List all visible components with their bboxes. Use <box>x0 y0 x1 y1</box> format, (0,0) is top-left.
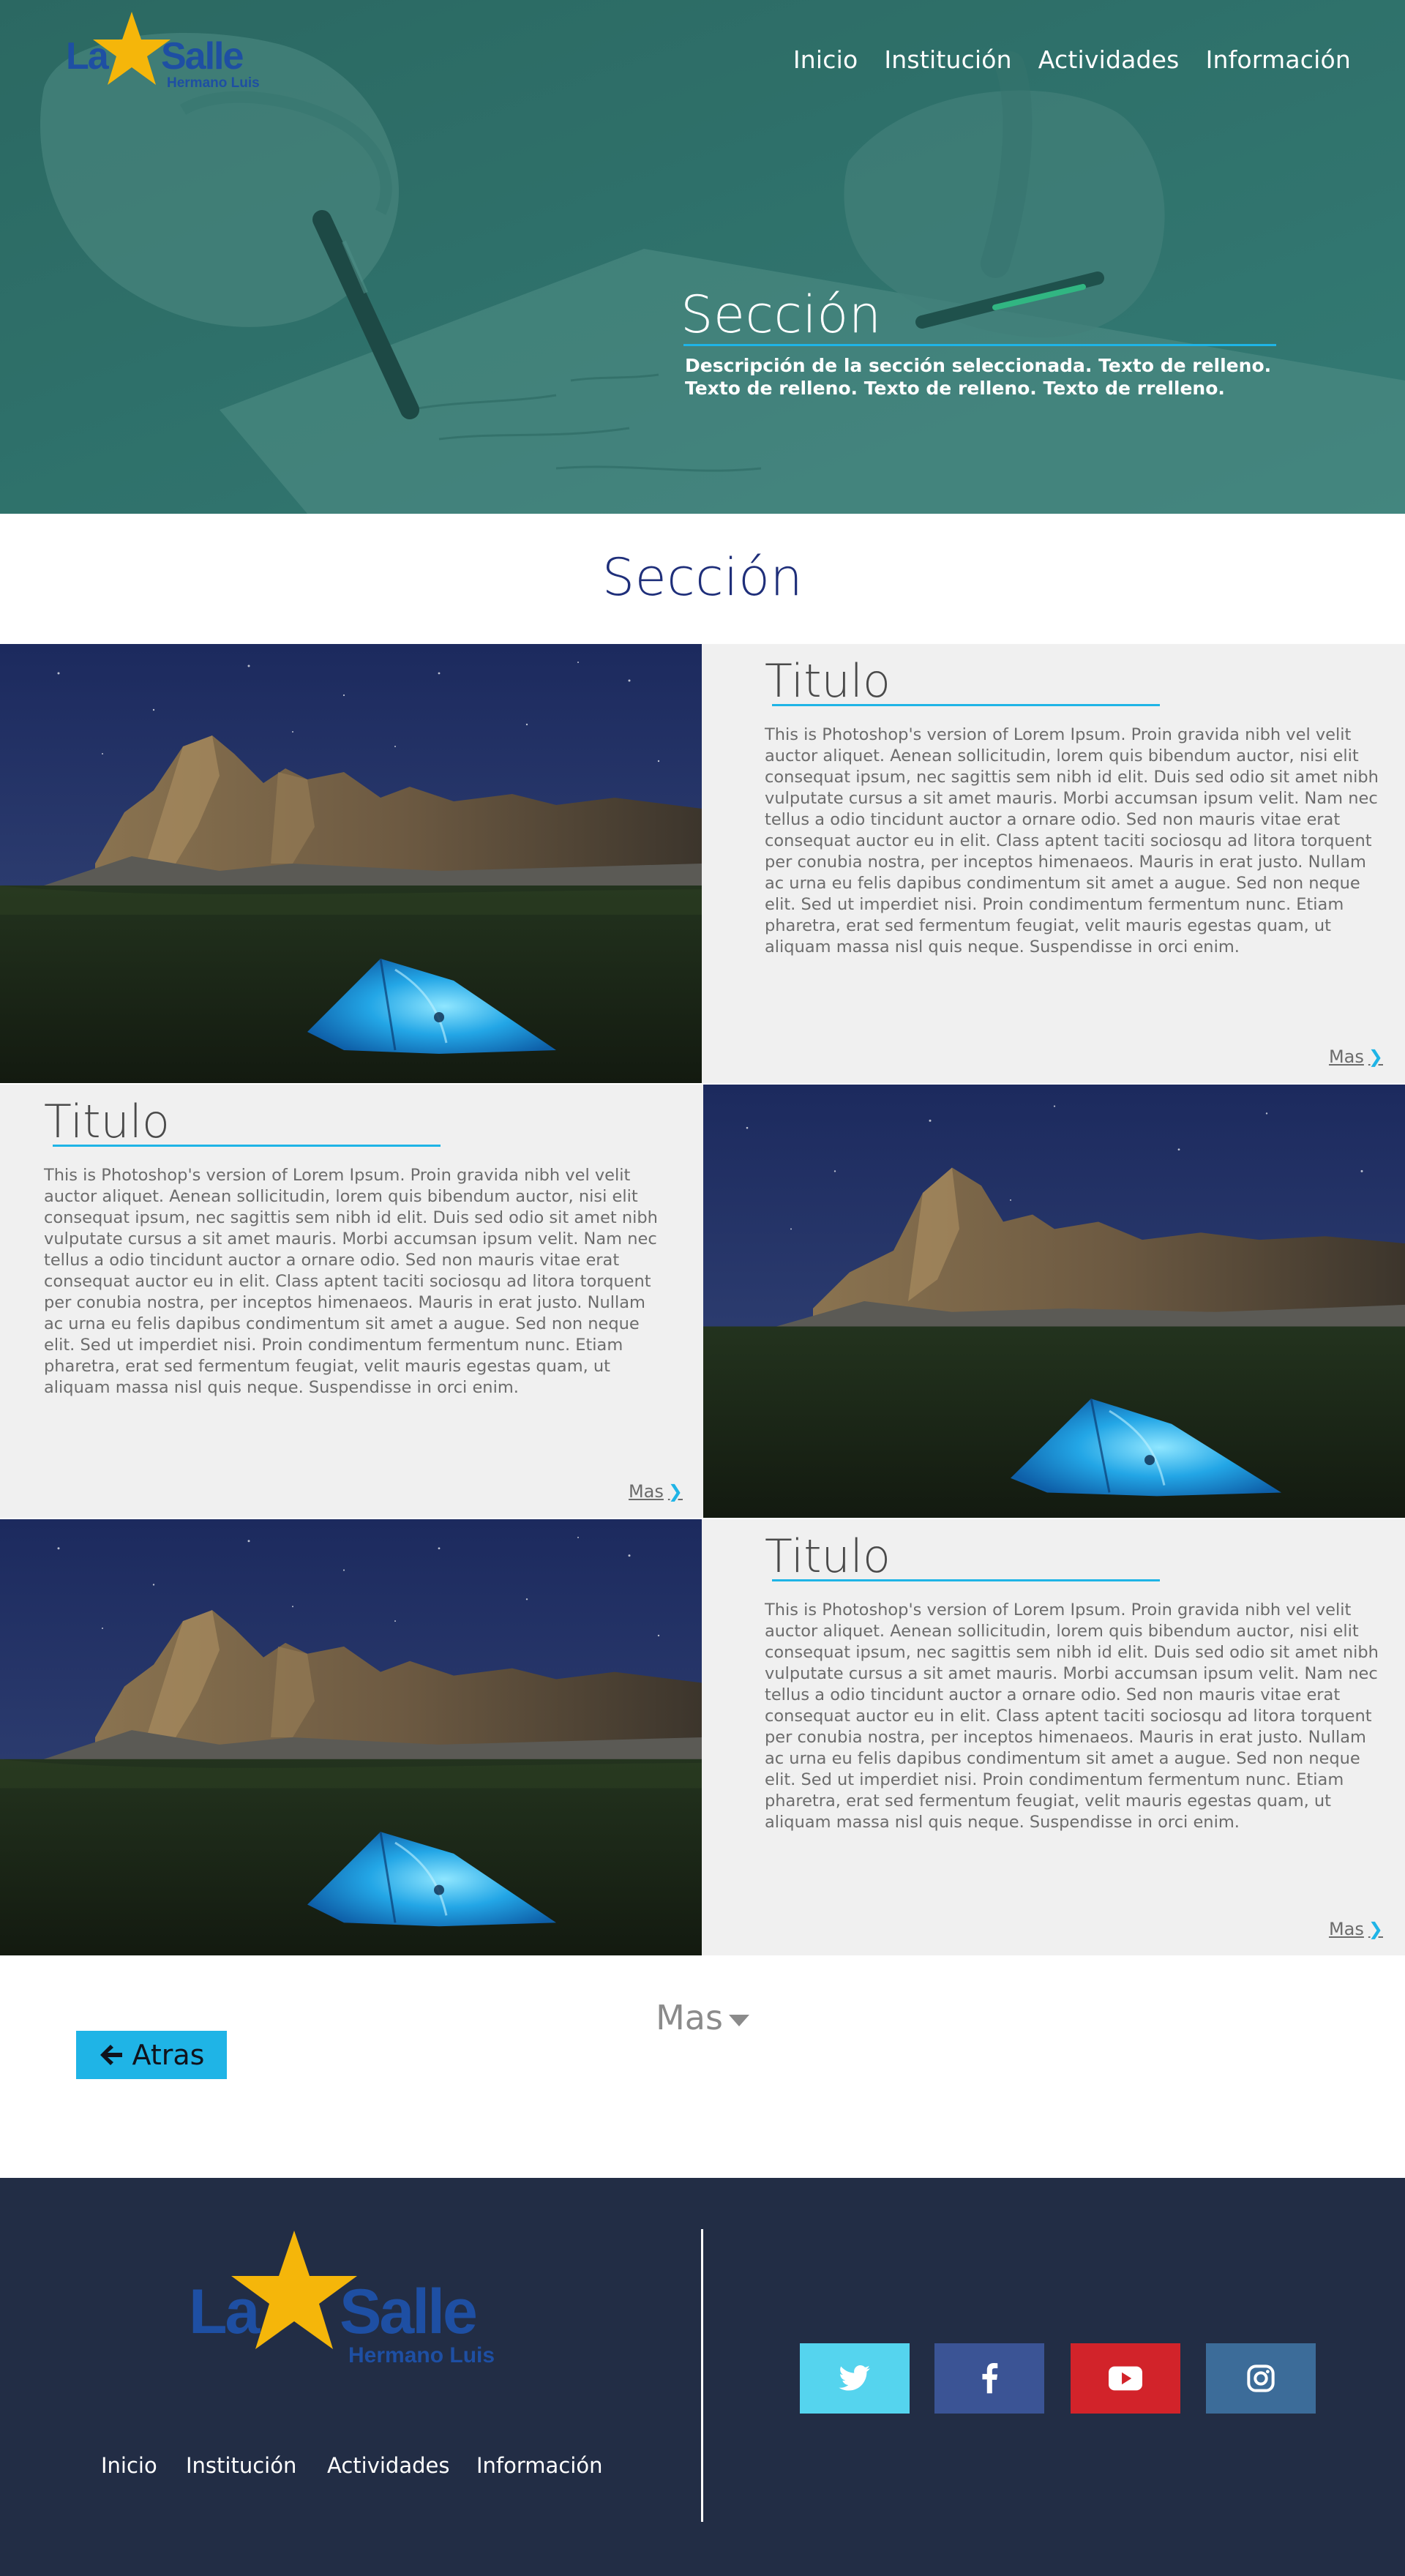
facebook-button[interactable] <box>934 2343 1044 2414</box>
back-button-label: Atras <box>132 2039 205 2071</box>
tent-night-image <box>0 644 702 1083</box>
twitter-button[interactable] <box>800 2343 910 2414</box>
header-logo[interactable]: La Salle Hermano Luis <box>64 10 269 98</box>
content-card: Titulo This is Photoshop's version of Lo… <box>702 644 1405 1083</box>
facebook-icon <box>982 2363 998 2394</box>
card-title: Titulo <box>44 1095 170 1148</box>
svg-text:Hermano Luis: Hermano Luis <box>348 2343 495 2367</box>
footer-nav-actividades[interactable]: Actividades <box>327 2453 449 2478</box>
card-body: This is Photoshop's version of Lorem Ips… <box>765 1600 1379 1832</box>
card-title-underline <box>772 1579 1160 1581</box>
footer-nav-institucion[interactable]: Institución <box>186 2453 296 2478</box>
card-more-link[interactable]: Mas ❯ <box>629 1481 683 1502</box>
svg-text:Salle: Salle <box>340 2277 476 2347</box>
card-title: Titulo <box>765 654 891 708</box>
card-title-underline <box>53 1145 441 1147</box>
nav-inicio[interactable]: Inicio <box>793 45 858 74</box>
hero-title-underline <box>683 344 1276 346</box>
hero-description: Descripción de la sección seleccionada. … <box>685 355 1272 399</box>
nav-actividades[interactable]: Actividades <box>1038 45 1180 74</box>
svg-text:La: La <box>189 2277 261 2347</box>
footer-nav-inicio[interactable]: Inicio <box>101 2453 157 2478</box>
card-body: This is Photoshop's version of Lorem Ips… <box>44 1166 658 1397</box>
footer-divider <box>701 2229 703 2522</box>
hero-banner: La Salle Hermano Luis Inicio Institución… <box>0 0 1405 514</box>
svg-text:Hermano Luis: Hermano Luis <box>167 75 260 91</box>
svg-text:La: La <box>66 35 110 78</box>
load-more-label: Mas <box>656 1998 723 2037</box>
content-card: Titulo This is Photoshop's version of Lo… <box>0 1085 703 1518</box>
twitter-icon <box>839 2365 870 2391</box>
card-body: This is Photoshop's version of Lorem Ips… <box>765 725 1379 956</box>
content-row-2: Titulo This is Photoshop's version of Lo… <box>0 1085 1405 1518</box>
chevron-right-icon: ❯ <box>667 1481 683 1502</box>
la-salle-star-logo-icon: La Salle Hermano Luis <box>66 12 260 91</box>
youtube-icon <box>1109 2366 1142 2391</box>
content-row-1: Titulo This is Photoshop's version of Lo… <box>0 644 1405 1083</box>
footer-logo[interactable]: La Salle Hermano Luis <box>187 2231 509 2377</box>
instagram-icon <box>1247 2365 1275 2392</box>
main-nav: Inicio Institución Actividades Informaci… <box>793 45 1351 74</box>
tent-night-image <box>0 1519 702 1955</box>
card-more-link[interactable]: Mas ❯ <box>1329 1919 1383 1939</box>
card-more-label: Mas <box>1328 1046 1364 1067</box>
chevron-right-icon: ❯ <box>1368 1919 1383 1939</box>
card-more-label: Mas <box>1328 1919 1364 1939</box>
arrow-left-icon <box>100 2045 122 2065</box>
tent-night-image <box>703 1085 1405 1518</box>
footer-nav-informacion[interactable]: Información <box>476 2453 602 2478</box>
content-card: Titulo This is Photoshop's version of Lo… <box>702 1519 1405 1955</box>
section-heading: Sección <box>602 547 803 607</box>
chevron-right-icon: ❯ <box>1368 1046 1383 1067</box>
instagram-button[interactable] <box>1206 2343 1316 2414</box>
svg-text:Salle: Salle <box>161 35 243 78</box>
hero-text-block: Sección Descripción de la sección selecc… <box>681 284 1339 400</box>
back-button[interactable]: Atras <box>76 2031 227 2079</box>
card-title: Titulo <box>765 1530 891 1583</box>
site-footer: La Salle Hermano Luis Inicio Institución… <box>0 2178 1405 2576</box>
card-more-label: Mas <box>628 1481 664 1502</box>
card-title-underline <box>772 704 1160 706</box>
caret-down-icon <box>728 2014 749 2026</box>
la-salle-star-logo-icon: La Salle Hermano Luis <box>189 2231 495 2367</box>
card-more-link[interactable]: Mas ❯ <box>1329 1046 1383 1067</box>
content-row-3: Titulo This is Photoshop's version of Lo… <box>0 1519 1405 1955</box>
nav-institucion[interactable]: Institución <box>884 45 1011 74</box>
youtube-button[interactable] <box>1071 2343 1180 2414</box>
hero-title: Sección <box>681 285 882 345</box>
nav-informacion[interactable]: Información <box>1206 45 1351 74</box>
